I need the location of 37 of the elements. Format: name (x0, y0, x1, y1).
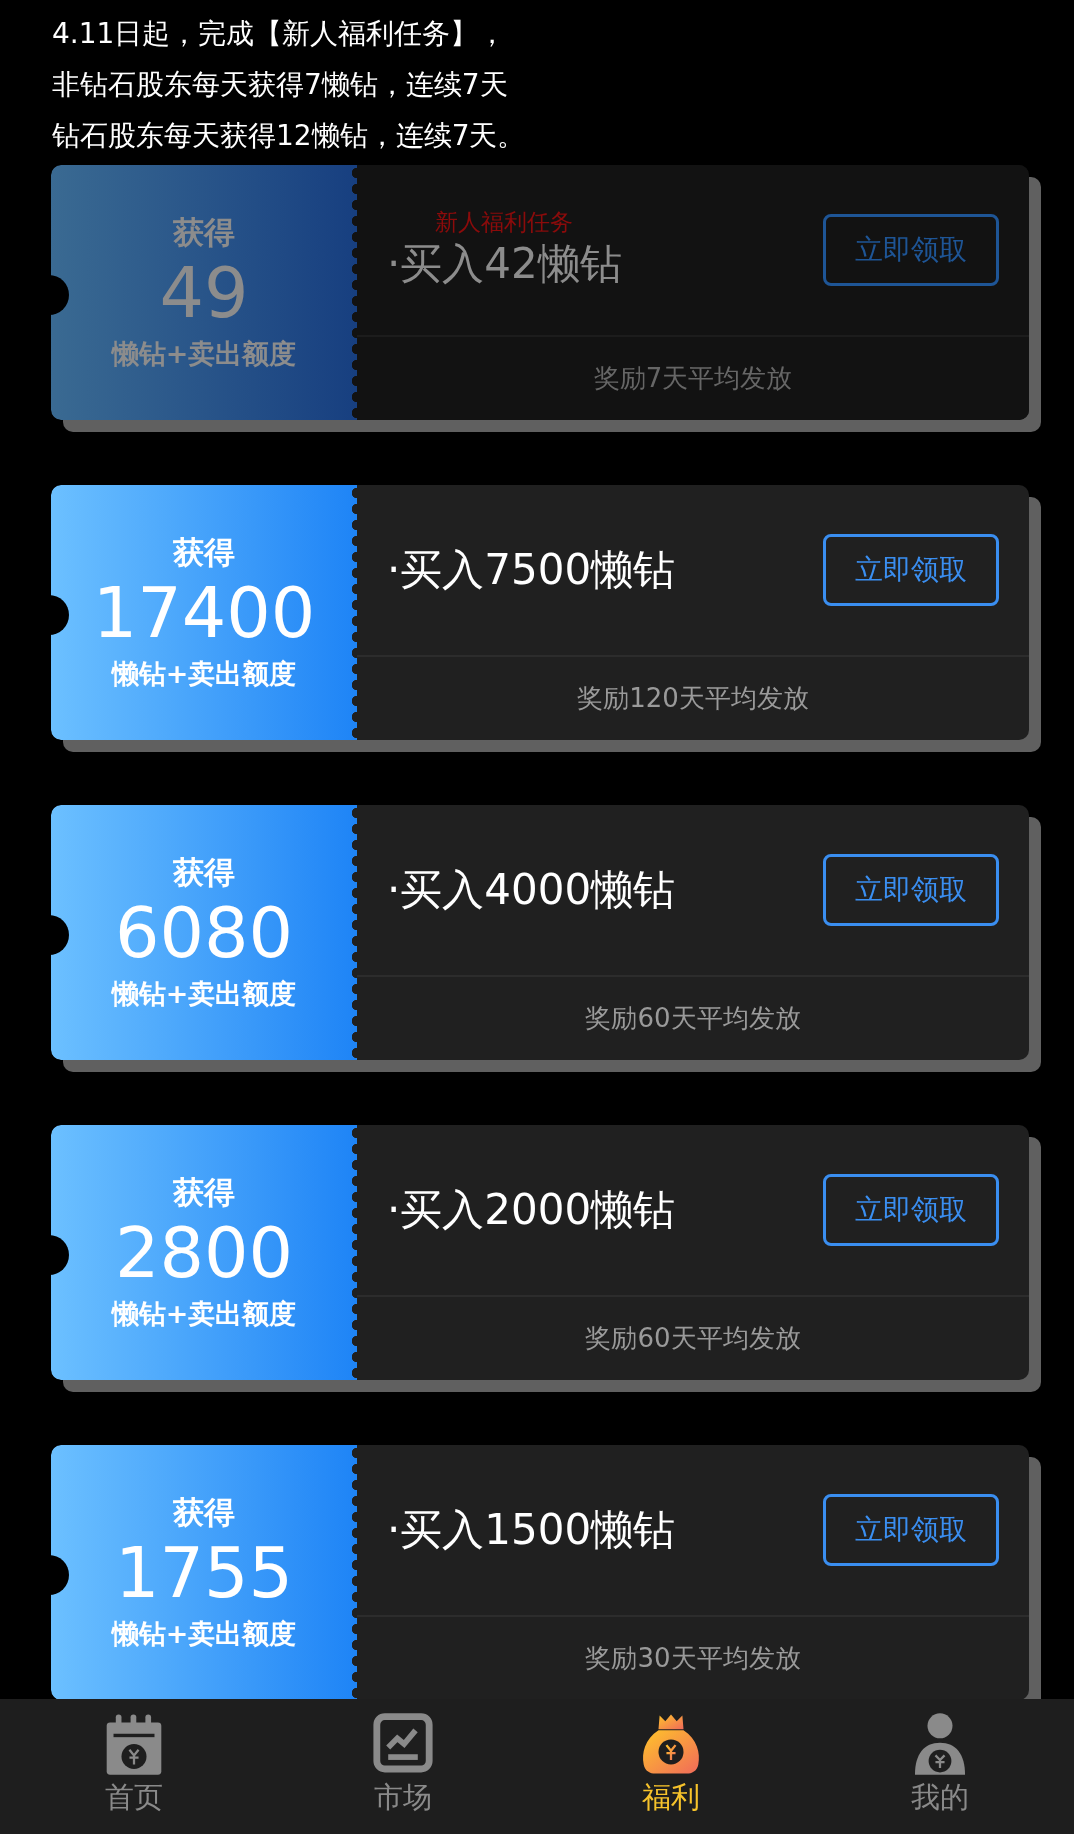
reward-note: 奖励30天平均发放 (584, 1642, 802, 1675)
nav-tab[interactable]: 我的 (839, 1699, 1040, 1834)
reward-amount: 49 (159, 251, 249, 334)
reward-amount: 2800 (114, 1211, 294, 1294)
notice-text: 4.11日起，完成【新人福利任务】， (52, 16, 507, 52)
reward-note: 奖励60天平均发放 (584, 1002, 802, 1035)
task-tag: 新人福利任务 (435, 208, 573, 236)
reward-note: 奖励7天平均发放 (592, 362, 794, 395)
notice-text: 钻石股东每天获得12懒钻，连续7天。 (52, 118, 526, 154)
nav-tab[interactable]: 首页 (34, 1699, 235, 1834)
reward-amount: 6080 (114, 891, 294, 974)
reward-amount: 17400 (92, 571, 316, 654)
reward-note: 奖励120天平均发放 (576, 682, 810, 715)
notice-text: 非钻石股东每天获得7懒钻，连续7天 (52, 67, 508, 103)
claim-button[interactable]: 立即领取 (823, 534, 999, 606)
reward-unit: 懒钻+卖出额度 (111, 1616, 297, 1651)
task-title: ·买入1500懒钻 (387, 1504, 676, 1556)
reward-unit: 懒钻+卖出额度 (111, 976, 297, 1011)
reward-amount: 1755 (114, 1531, 294, 1614)
reward-unit: 懒钻+卖出额度 (111, 656, 297, 691)
gain-label: 获得 (173, 1172, 235, 1212)
claim-button[interactable]: 立即领取 (823, 854, 999, 926)
reward-unit: 懒钻+卖出额度 (111, 1296, 297, 1331)
task-title: ·买入2000懒钻 (387, 1184, 676, 1236)
task-title: ·买入4000懒钻 (387, 864, 676, 916)
nav-tab[interactable]: 市场 (302, 1699, 503, 1834)
nav-tab[interactable]: 福利 (571, 1699, 772, 1834)
reward-note: 奖励60天平均发放 (584, 1322, 802, 1355)
claim-button[interactable]: 立即领取 (823, 1494, 999, 1566)
gain-label: 获得 (173, 852, 235, 892)
claim-button[interactable]: 立即领取 (823, 1174, 999, 1246)
gain-label: 获得 (173, 1492, 235, 1532)
gain-label: 获得 (173, 532, 235, 572)
gain-label: 获得 (173, 212, 235, 252)
task-title: ·买入7500懒钻 (387, 544, 676, 596)
reward-unit: 懒钻+卖出额度 (111, 336, 297, 371)
task-title: ·买入42懒钻 (387, 238, 622, 290)
